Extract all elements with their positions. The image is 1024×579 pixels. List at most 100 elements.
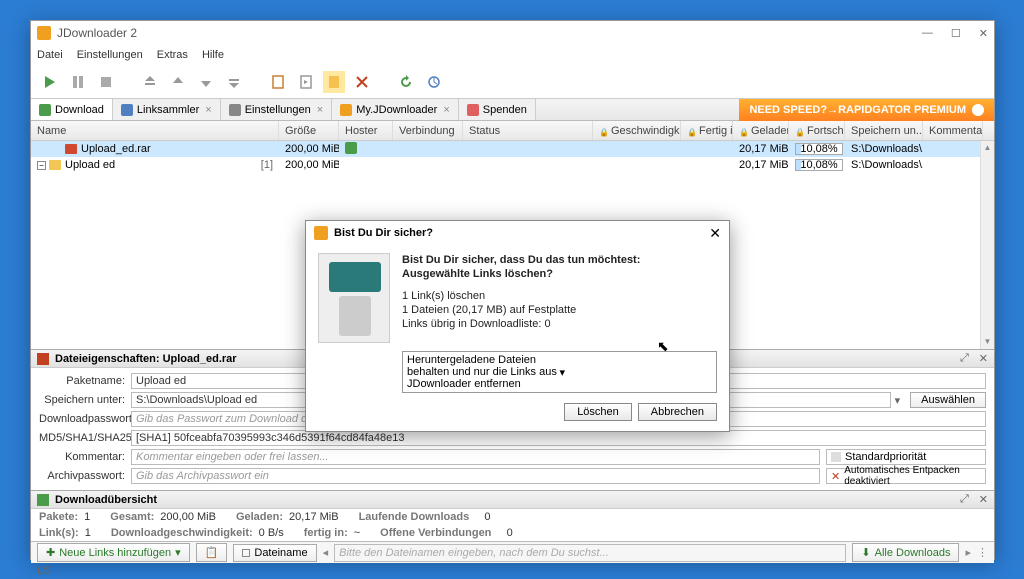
tab-myjdownloader[interactable]: My.JDownloader× [332,99,459,120]
tab-einstellungen[interactable]: Einstellungen× [221,99,333,120]
menu-datei[interactable]: Datei [37,49,63,61]
close-icon[interactable]: × [317,104,323,116]
clipboard-button[interactable] [267,71,289,93]
tab-download[interactable]: Download [31,99,113,120]
column-header[interactable]: Geladen [733,121,789,140]
collapse-icon[interactable]: − [37,161,46,170]
speichern-label: Speichern unter: [39,394,131,406]
app-icon [314,226,328,240]
paketname-label: Paketname: [39,375,131,387]
toolbar [31,65,994,99]
kommentar-label: Kommentar: [39,451,131,463]
file-icon [37,353,49,365]
column-header[interactable]: Status [463,121,593,140]
chevron-down-icon[interactable]: ▾ [891,394,905,407]
update-button[interactable] [423,71,445,93]
prev-icon[interactable]: ◂ [323,546,329,559]
menu-icon[interactable]: ⋮ [977,546,988,559]
clipboard-button[interactable]: 📋 [196,543,228,562]
search-input[interactable]: Bitte den Dateinamen eingeben, nach dem … [334,544,846,562]
column-header[interactable]: Größe [279,121,339,140]
column-header[interactable]: Speichern un... [845,121,923,140]
move-down-button[interactable] [195,71,217,93]
lock-icon [795,126,804,135]
maximize-button[interactable]: ☐ [951,27,961,40]
close-button[interactable]: ✕ [979,27,988,40]
dlpass-label: Downloadpasswort: [39,413,131,425]
titlebar: JDownloader 2 — ☐ ✕ [31,21,994,45]
dialog-title: Bist Du Dir sicher? [334,227,709,239]
tab-linksammler[interactable]: Linksammler× [113,99,221,120]
loeschen-button[interactable]: Löschen [564,403,632,421]
pause-button[interactable] [67,71,89,93]
premium-banner[interactable]: NEED SPEED?→RAPIDGATOR PREMIUM [739,99,994,121]
expand-icon[interactable]: ⤢ [960,352,969,365]
close-icon[interactable]: × [443,104,449,116]
autostart-button[interactable] [295,71,317,93]
download-icon: ⬇ [861,546,870,559]
donate-icon [467,104,479,116]
tabbar: Download Linksammler× Einstellungen× My.… [31,99,994,121]
expand-icon[interactable]: ⤢ [960,493,969,506]
auswaehlen-button[interactable]: Auswählen [910,392,986,408]
app-icon [37,26,51,40]
checkbox-icon [242,549,250,557]
settings-icon [229,104,241,116]
refresh-button[interactable] [395,71,417,93]
priority-dropdown[interactable]: Standardpriorität [826,449,986,465]
chevron-down-icon: ▾ [175,546,181,559]
close-icon[interactable]: ✕ [979,493,988,506]
move-bottom-button[interactable] [223,71,245,93]
minimize-button[interactable]: — [922,27,933,40]
reconnect-button[interactable] [323,71,345,93]
arrow-icon [972,104,984,116]
tab-spenden[interactable]: Spenden [459,99,536,120]
scrollbar[interactable]: ▲▼ [980,141,994,349]
filename-filter-button[interactable]: Dateiname [233,544,316,562]
archiv-label: Archivpasswort: [39,470,131,482]
download-icon [39,104,51,116]
archiv-input[interactable]: Gib das Archivpasswort ein [131,468,820,484]
menu-extras[interactable]: Extras [157,49,188,61]
keep-files-dropdown[interactable]: Heruntergeladene Dateien behalten und nu… [402,351,717,393]
chevron-down-icon: ▾ [560,366,713,379]
disabled-icon: ✕ [831,470,840,483]
extract-dropdown[interactable]: ✕Automatisches Entpacken deaktiviert [826,468,986,484]
download-icon [37,494,49,506]
hash-label: MD5/SHA1/SHA256: [39,432,131,444]
hash-input[interactable]: [SHA1] 50fceabfa70395993c346d5391f64cd84… [131,430,986,446]
lock-icon [739,126,748,135]
close-icon[interactable]: ✕ [979,352,988,365]
lock-icon [599,126,608,135]
add-links-button[interactable]: ✚Neue Links hinzufügen▾ [37,543,190,562]
column-header[interactable]: Verbindung [393,121,463,140]
all-downloads-button[interactable]: ⬇Alle Downloads [852,543,959,562]
close-icon[interactable]: × [205,104,211,116]
lock-icon [687,126,696,135]
play-button[interactable] [39,71,61,93]
menu-einstellungen[interactable]: Einstellungen [77,49,143,61]
hoster-icon [345,142,357,154]
table-header: NameGrößeHosterVerbindungStatusGeschwind… [31,121,994,141]
move-top-button[interactable] [139,71,161,93]
table-row[interactable]: −Upload ed[1]200,00 MiB20,17 MiB10,08%S:… [31,157,994,173]
column-header[interactable]: Hoster [339,121,393,140]
statusbar: LS [31,563,994,579]
column-header[interactable]: Geschwindigkeit [593,121,681,140]
close-button[interactable]: ✕ [709,225,721,242]
column-header[interactable]: Name [31,121,279,140]
kommentar-input[interactable]: Kommentar eingeben oder frei lassen... [131,449,820,465]
next-icon[interactable]: ▸ [965,546,971,559]
abbrechen-button[interactable]: Abbrechen [638,403,717,421]
column-header[interactable]: Kommentar [923,121,983,140]
column-header[interactable]: Fertig in [681,121,733,140]
plus-icon: ✚ [46,546,55,559]
rar-icon [65,144,77,154]
stop-button[interactable] [95,71,117,93]
menu-hilfe[interactable]: Hilfe [202,49,224,61]
move-up-button[interactable] [167,71,189,93]
table-row[interactable]: Upload_ed.rar200,00 MiB20,17 MiB10,08%S:… [31,141,994,157]
column-header[interactable]: Fortschritt [789,121,845,140]
window-title: JDownloader 2 [57,26,922,40]
clear-button[interactable] [351,71,373,93]
